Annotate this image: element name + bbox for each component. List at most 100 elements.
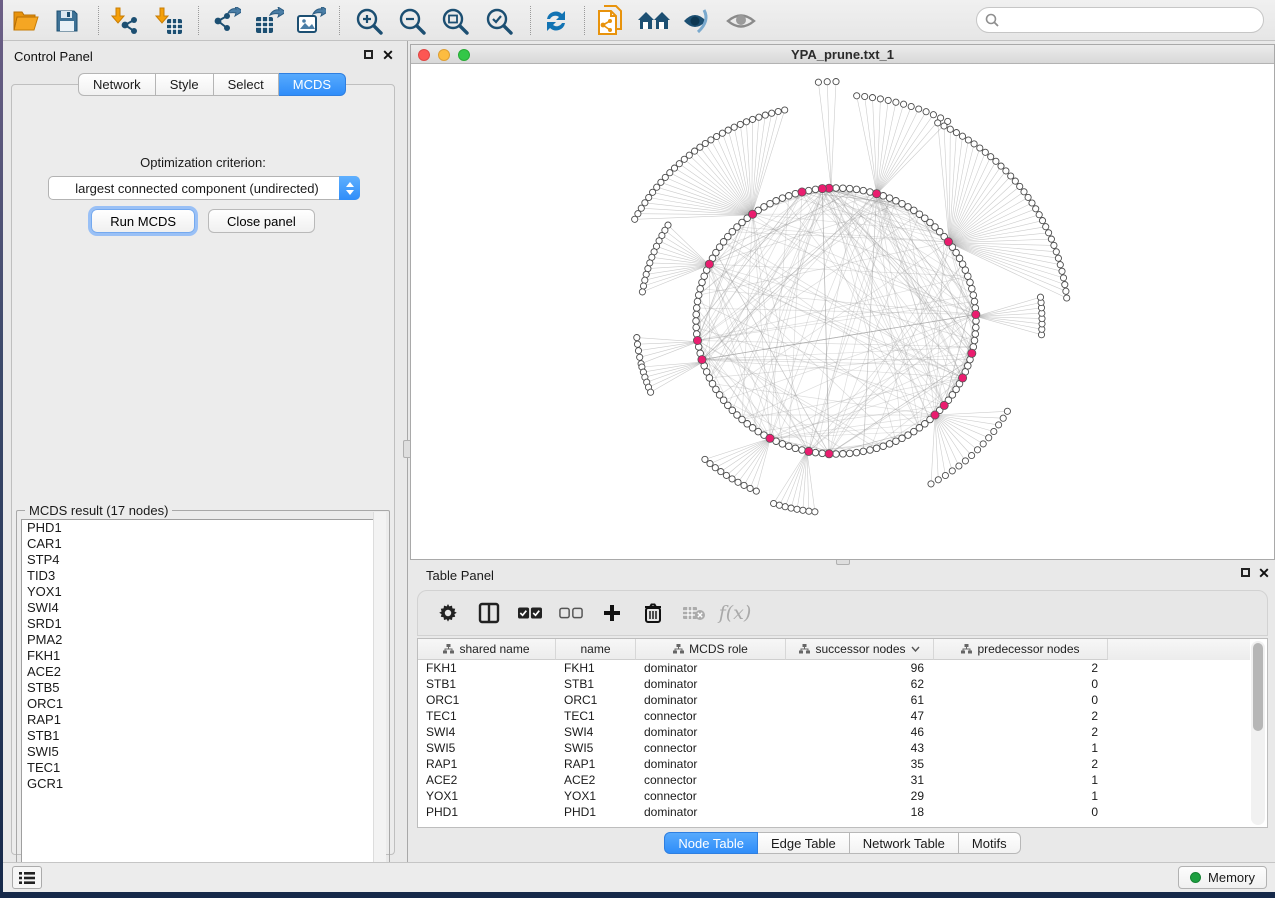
- optimization-criterion-select[interactable]: largest connected component (undirected): [48, 176, 360, 200]
- mcds-result-item[interactable]: TID3: [22, 568, 385, 584]
- tab-motifs[interactable]: Motifs: [959, 832, 1021, 854]
- open-file-icon[interactable]: [9, 4, 43, 37]
- table-scrollbar[interactable]: [1251, 641, 1265, 825]
- column-header-successor-nodes[interactable]: successor nodes: [786, 639, 934, 660]
- mcds-result-item[interactable]: STB5: [22, 680, 385, 696]
- table-cell: TEC1: [556, 708, 636, 724]
- search-input[interactable]: [1004, 13, 1263, 28]
- column-header-name[interactable]: name: [556, 639, 636, 660]
- delete-table-icon[interactable]: [682, 601, 706, 625]
- table-scrollbar-thumb[interactable]: [1253, 643, 1263, 731]
- mcds-result-item[interactable]: SWI4: [22, 600, 385, 616]
- table-row[interactable]: TEC1TEC1connector472: [418, 708, 1250, 724]
- tab-select[interactable]: Select: [214, 73, 279, 96]
- add-column-icon[interactable]: [600, 601, 624, 625]
- network-canvas[interactable]: [411, 65, 1274, 559]
- close-panel-button[interactable]: Close panel: [208, 209, 315, 233]
- close-panel-icon[interactable]: ✕: [381, 49, 395, 63]
- table-cell: 18: [786, 804, 934, 820]
- shared-column-icon: [673, 644, 684, 654]
- column-header-mcds-role[interactable]: MCDS role: [636, 639, 786, 660]
- table-cell: 0: [934, 804, 1108, 820]
- mcds-result-item[interactable]: CAR1: [22, 536, 385, 552]
- export-image-icon[interactable]: [294, 4, 328, 37]
- mcds-result-item[interactable]: PMA2: [22, 632, 385, 648]
- table-cell: YOX1: [418, 788, 556, 804]
- control-panel-tabs: Network Style Select MCDS: [78, 73, 346, 96]
- table-cell: 61: [786, 692, 934, 708]
- tab-edge-table[interactable]: Edge Table: [758, 832, 850, 854]
- table-cell: STB1: [418, 676, 556, 692]
- table-row[interactable]: ACE2ACE2connector311: [418, 772, 1250, 788]
- toolbar-separator: [339, 6, 340, 35]
- column-view-icon[interactable]: [477, 601, 501, 625]
- mcds-result-item[interactable]: TEC1: [22, 760, 385, 776]
- sort-desc-icon: [911, 646, 920, 652]
- export-network-icon[interactable]: [209, 4, 243, 37]
- deselect-all-icon[interactable]: [559, 601, 583, 625]
- mcds-result-item[interactable]: YOX1: [22, 584, 385, 600]
- close-table-panel-icon[interactable]: ✕: [1257, 567, 1271, 581]
- save-icon[interactable]: [50, 4, 84, 37]
- mcds-result-title: MCDS result (17 nodes): [25, 503, 172, 518]
- table-row[interactable]: SWI4SWI4dominator462: [418, 724, 1250, 740]
- mcds-result-list[interactable]: PHD1CAR1STP4TID3YOX1SWI4SRD1PMA2FKH1ACE2…: [21, 519, 386, 874]
- table-cell: 1: [934, 788, 1108, 804]
- refresh-icon[interactable]: [539, 4, 573, 37]
- hide-eye-icon[interactable]: [680, 4, 714, 37]
- table-cell: STB1: [556, 676, 636, 692]
- mcds-result-item[interactable]: SRD1: [22, 616, 385, 632]
- tab-network[interactable]: Network: [78, 73, 156, 96]
- mcds-result-item[interactable]: PHD1: [22, 520, 385, 536]
- zoom-in-icon[interactable]: [352, 4, 386, 37]
- tab-node-table[interactable]: Node Table: [664, 832, 758, 854]
- table-row[interactable]: STB1STB1dominator620: [418, 676, 1250, 692]
- memory-button[interactable]: Memory: [1178, 866, 1267, 889]
- mcds-result-item[interactable]: SWI5: [22, 744, 385, 760]
- tab-style[interactable]: Style: [156, 73, 214, 96]
- table-cell: connector: [636, 740, 786, 756]
- search-box[interactable]: [976, 7, 1264, 33]
- table-row[interactable]: FKH1FKH1dominator962: [418, 660, 1250, 676]
- table-cell: 96: [786, 660, 934, 676]
- column-header-predecessor-nodes[interactable]: predecessor nodes: [934, 639, 1108, 660]
- table-cell: ORC1: [418, 692, 556, 708]
- table-row[interactable]: PHD1PHD1dominator180: [418, 804, 1250, 820]
- run-mcds-button[interactable]: Run MCDS: [91, 209, 195, 233]
- show-eye-icon[interactable]: [724, 4, 758, 37]
- import-network-icon[interactable]: [108, 4, 142, 37]
- mcds-result-item[interactable]: ORC1: [22, 696, 385, 712]
- mcds-result-item[interactable]: STB1: [22, 728, 385, 744]
- float-table-panel-icon[interactable]: [1238, 567, 1252, 581]
- tab-network-table[interactable]: Network Table: [850, 832, 959, 854]
- network-share-icon[interactable]: [594, 4, 628, 37]
- column-header-shared-name[interactable]: shared name: [418, 639, 556, 660]
- export-table-icon[interactable]: [252, 4, 286, 37]
- mcds-result-item[interactable]: GCR1: [22, 776, 385, 792]
- mcds-result-item[interactable]: ACE2: [22, 664, 385, 680]
- function-builder-icon[interactable]: f(x): [723, 601, 747, 625]
- zoom-fit-icon[interactable]: [438, 4, 472, 37]
- task-history-icon[interactable]: [12, 866, 42, 889]
- import-table-icon[interactable]: [152, 4, 186, 37]
- mcds-list-scrollbar[interactable]: [373, 512, 386, 865]
- mcds-result-item[interactable]: FKH1: [22, 648, 385, 664]
- zoom-out-icon[interactable]: [395, 4, 429, 37]
- memory-status-icon: [1190, 872, 1201, 883]
- zoom-selected-icon[interactable]: [482, 4, 516, 37]
- tab-mcds[interactable]: MCDS: [279, 73, 346, 96]
- table-cell: SWI4: [556, 724, 636, 740]
- table-row[interactable]: ORC1ORC1dominator610: [418, 692, 1250, 708]
- mcds-result-item[interactable]: RAP1: [22, 712, 385, 728]
- table-row[interactable]: YOX1YOX1connector291: [418, 788, 1250, 804]
- table-row[interactable]: SWI5SWI5connector431: [418, 740, 1250, 756]
- settings-gear-icon[interactable]: [436, 601, 460, 625]
- float-panel-icon[interactable]: [361, 49, 375, 63]
- table-cell: 1: [934, 772, 1108, 788]
- table-cell: 2: [934, 724, 1108, 740]
- mcds-result-item[interactable]: STP4: [22, 552, 385, 568]
- delete-column-icon[interactable]: [641, 601, 665, 625]
- select-all-icon[interactable]: [518, 601, 542, 625]
- houses-icon[interactable]: [637, 4, 671, 37]
- table-row[interactable]: RAP1RAP1dominator352: [418, 756, 1250, 772]
